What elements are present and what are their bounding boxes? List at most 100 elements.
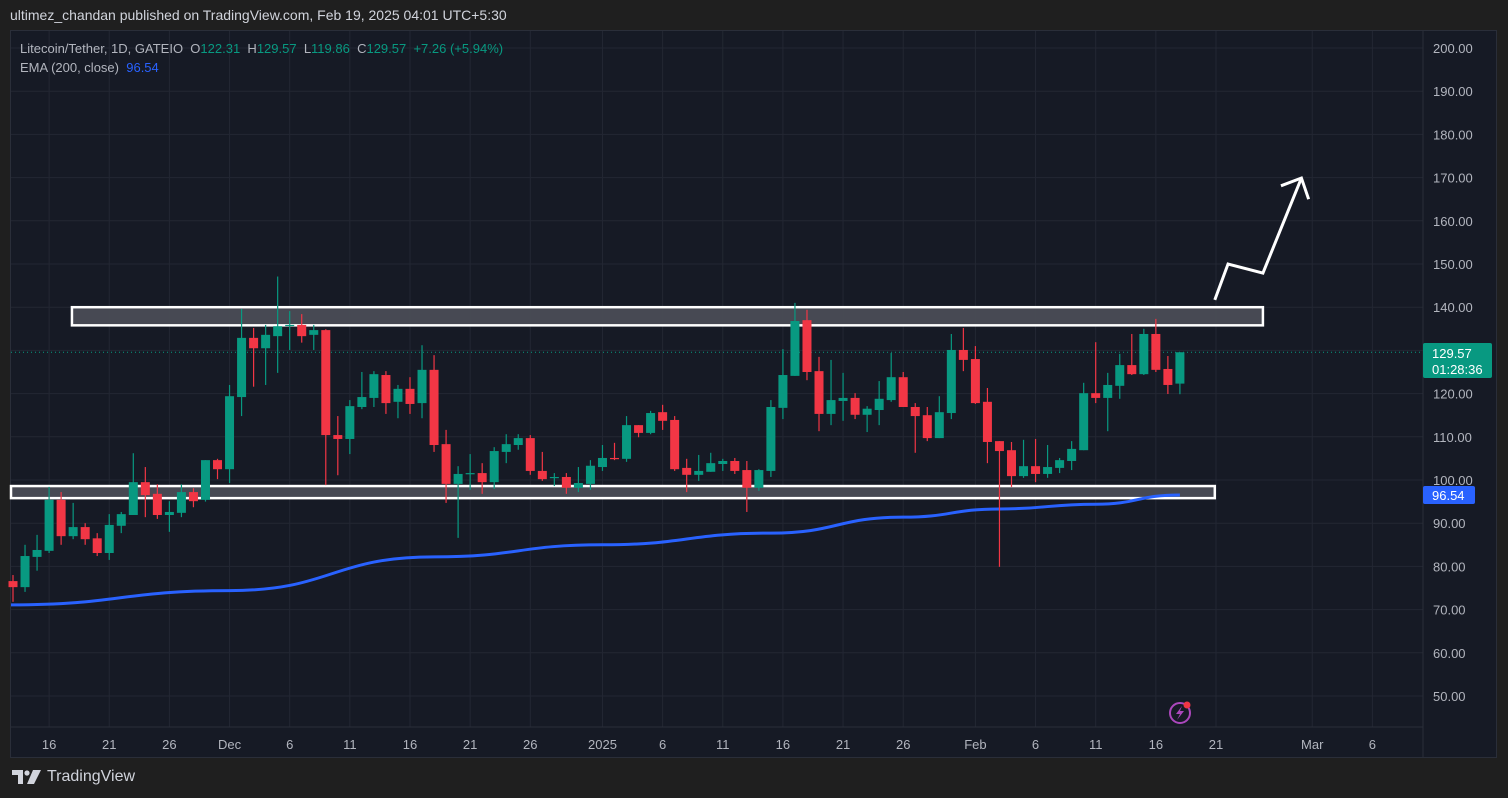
candle[interactable] (922, 406, 932, 442)
candlestick-chart[interactable]: 200.00 190.00 180.00 170.00 160.00 150.00 140.… (0, 0, 1508, 798)
candle[interactable] (634, 425, 644, 438)
candle[interactable] (321, 329, 331, 486)
tradingview-brand[interactable]: TradingView (47, 768, 135, 786)
candle[interactable] (622, 416, 632, 462)
candle[interactable] (429, 355, 439, 452)
candle[interactable] (225, 384, 235, 484)
candle[interactable] (718, 458, 728, 471)
candle[interactable] (140, 467, 150, 518)
candle[interactable] (910, 403, 920, 453)
candle[interactable] (658, 404, 668, 430)
candle[interactable] (80, 523, 90, 545)
candle[interactable] (249, 327, 259, 387)
candle[interactable] (730, 457, 740, 474)
candle[interactable] (525, 435, 535, 475)
candle[interactable] (766, 400, 776, 477)
candle[interactable] (1055, 457, 1065, 474)
symbol-info[interactable]: Litecoin/Tether, 1D, GATEIO (20, 41, 183, 56)
candle[interactable] (501, 434, 511, 464)
candle[interactable] (465, 454, 475, 490)
candle[interactable] (393, 384, 403, 419)
candle[interactable] (1091, 342, 1101, 404)
candle[interactable] (778, 349, 788, 420)
candle[interactable] (116, 511, 126, 534)
ema-row: EMA (200, close) 96.54 (20, 58, 503, 77)
ema-200-line[interactable] (10, 493, 1180, 607)
candle[interactable] (838, 372, 848, 421)
time-tick-label: 6 (286, 737, 293, 752)
candle[interactable] (489, 447, 499, 490)
candle[interactable] (1019, 439, 1029, 478)
candle-body (477, 473, 487, 483)
candle[interactable] (814, 356, 824, 432)
candle[interactable] (345, 400, 355, 455)
resistance-zone[interactable] (70, 305, 1265, 327)
candle[interactable] (68, 502, 78, 540)
candle-body (994, 441, 1004, 452)
candle[interactable] (8, 575, 18, 602)
candle[interactable] (92, 533, 102, 557)
candle[interactable] (898, 372, 908, 407)
candle[interactable] (862, 406, 872, 433)
candle[interactable] (417, 345, 427, 419)
candle[interactable] (994, 441, 1004, 567)
candle[interactable] (874, 381, 884, 426)
candle[interactable] (934, 396, 944, 439)
candle[interactable] (537, 451, 547, 481)
candle-body (597, 457, 607, 468)
candle[interactable] (754, 469, 764, 491)
candle-body (850, 397, 860, 415)
candle[interactable] (1127, 333, 1137, 376)
candle[interactable] (1163, 356, 1173, 395)
candle[interactable] (1079, 382, 1089, 451)
lightning-icon[interactable] (1169, 701, 1191, 724)
candle-body (634, 425, 644, 433)
candle[interactable] (357, 372, 367, 410)
candle[interactable] (1175, 352, 1185, 395)
candle[interactable] (56, 492, 66, 545)
candle[interactable] (850, 393, 860, 420)
candle[interactable] (32, 534, 42, 571)
candle[interactable] (610, 442, 619, 461)
candle[interactable] (670, 416, 680, 471)
candle[interactable] (826, 359, 836, 426)
candle[interactable] (1043, 445, 1053, 478)
candle[interactable] (200, 460, 210, 502)
candle[interactable] (128, 453, 138, 515)
candle[interactable] (104, 514, 114, 560)
arrow-path[interactable] (1213, 177, 1303, 301)
candle-body (417, 369, 427, 404)
candle[interactable] (1139, 328, 1149, 376)
candle[interactable] (694, 454, 704, 481)
candle[interactable] (802, 309, 812, 381)
candle[interactable] (946, 333, 956, 420)
candle[interactable] (1067, 441, 1077, 471)
candle[interactable] (453, 466, 463, 538)
candle[interactable] (381, 371, 391, 414)
candle[interactable] (742, 460, 752, 512)
candle[interactable] (20, 544, 30, 592)
candle[interactable] (958, 327, 968, 372)
candle[interactable] (982, 387, 992, 464)
time-axis: 16 21 26 Dec 6 11 16 21 26 2025 6 11 16 21 26 Feb 6 11 16 2… (42, 737, 1376, 752)
candle[interactable] (970, 346, 980, 404)
candle-body (140, 482, 150, 496)
candle[interactable] (1031, 438, 1041, 483)
candle[interactable] (369, 371, 379, 407)
candle[interactable] (261, 324, 271, 385)
candle[interactable] (1103, 372, 1113, 432)
candle[interactable] (646, 410, 656, 435)
candle[interactable] (1115, 353, 1125, 399)
candle[interactable] (309, 324, 319, 350)
high-label: H (247, 41, 257, 56)
candle[interactable] (405, 377, 415, 414)
candle[interactable] (213, 458, 223, 480)
candle[interactable] (706, 452, 716, 472)
candle[interactable] (164, 501, 174, 532)
candle[interactable] (597, 445, 607, 471)
candle[interactable] (886, 352, 896, 402)
candle[interactable] (333, 416, 343, 476)
time-tick-label: 21 (463, 737, 477, 752)
ema-label[interactable]: EMA (200, close) (20, 60, 119, 75)
candle[interactable] (1151, 318, 1161, 372)
